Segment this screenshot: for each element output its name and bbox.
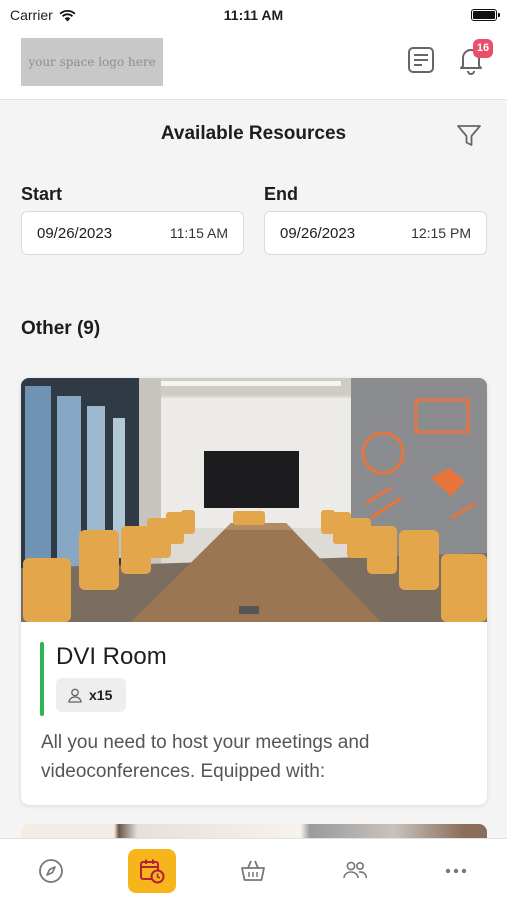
page-title: Available Resources <box>160 123 347 144</box>
battery-icon <box>471 9 500 21</box>
end-datetime-field[interactable]: 09/26/2023 12:15 PM <box>264 211 487 255</box>
tab-basket[interactable] <box>229 849 277 893</box>
carrier-label: Carrier <box>10 7 53 23</box>
document-list-icon <box>408 47 434 73</box>
section-title: Other (9) <box>21 318 101 339</box>
start-datetime-field[interactable]: 09/26/2023 11:15 AM <box>21 211 244 255</box>
room-photo <box>21 378 487 622</box>
end-date: 09/26/2023 <box>280 224 356 242</box>
tab-bookings[interactable] <box>128 849 177 893</box>
capacity-chip: x15 <box>56 678 127 712</box>
bottom-tab-bar <box>0 838 507 900</box>
end-time: 12:15 PM <box>411 225 471 241</box>
notification-badge: 16 <box>473 39 493 58</box>
status-time: 11:11 AM <box>223 7 284 23</box>
start-time: 11:15 AM <box>169 225 228 241</box>
compass-icon <box>38 859 63 883</box>
person-icon <box>68 688 82 703</box>
status-bar: Carrier 11:11 AM <box>0 0 507 30</box>
tab-explore[interactable] <box>27 849 75 893</box>
people-icon <box>343 861 367 879</box>
start-label: Start <box>21 184 63 204</box>
start-date: 09/26/2023 <box>37 224 113 242</box>
resource-card[interactable]: DVI Room x15 All you need to host your m… <box>21 378 487 805</box>
space-logo[interactable]: your space logo here <box>21 38 163 86</box>
more-icon <box>446 868 467 874</box>
status-left: Carrier <box>10 7 160 23</box>
capacity-value: x15 <box>89 687 113 703</box>
wifi-icon <box>59 9 76 21</box>
filter-icon <box>457 125 481 146</box>
resource-title: DVI Room <box>56 643 167 670</box>
filter-button[interactable] <box>455 122 483 150</box>
availability-indicator <box>40 642 44 716</box>
basket-icon <box>241 860 266 881</box>
reservations-button[interactable] <box>405 44 437 76</box>
app-header: your space logo here 16 <box>0 30 507 100</box>
end-label: End <box>264 184 298 204</box>
tab-people[interactable] <box>331 849 379 893</box>
notifications-button[interactable]: 16 <box>455 39 493 76</box>
status-right <box>347 9 500 21</box>
tab-more[interactable] <box>432 849 480 893</box>
resource-description: All you need to host your meetings and v… <box>41 732 370 782</box>
calendar-clock-icon <box>140 859 165 884</box>
